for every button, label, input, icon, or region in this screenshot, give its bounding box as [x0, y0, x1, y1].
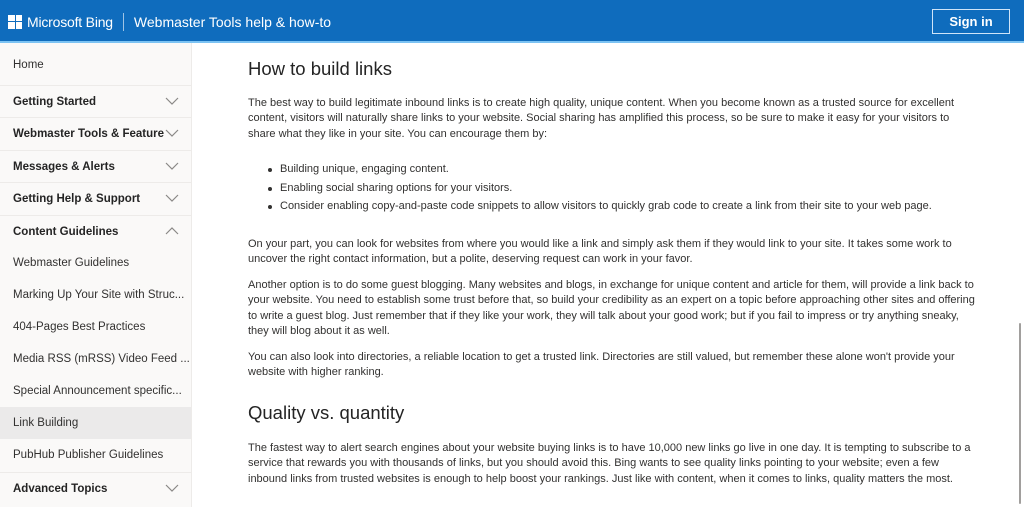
sidebar-item-label: Getting Started — [13, 95, 97, 108]
sidebar-item-getting-help[interactable]: Getting Help & Support — [0, 182, 191, 214]
sidebar-item-label: Home — [13, 59, 44, 71]
list-item: Consider enabling copy-and-paste code sn… — [268, 197, 988, 216]
sidebar-item-label: PubHub Publisher Guidelines — [13, 449, 164, 461]
chevron-down-icon — [165, 162, 179, 170]
sidebar-item-structured-data[interactable]: Marking Up Your Site with Struc... — [0, 279, 191, 311]
sidebar-item-label: Media RSS (mRSS) Video Feed ... — [13, 353, 190, 365]
sidebar-item-label: Marking Up Your Site with Struc... — [13, 289, 185, 301]
chevron-down-icon — [165, 194, 179, 202]
sidebar-item-webmaster-guidelines[interactable]: Webmaster Guidelines — [0, 247, 191, 279]
sidebar-nav: Home Getting Started Webmaster Tools & F… — [0, 43, 192, 507]
heading-quality-vs-quantity: Quality vs. quantity — [248, 402, 405, 423]
paragraph-outreach: On your part, you can look for websites … — [248, 238, 952, 266]
vertical-scrollbar-thumb[interactable] — [1019, 323, 1021, 504]
sidebar-item-label: Messages & Alerts — [13, 160, 115, 173]
paragraph-guest-blogging: Another option is to do some guest blogg… — [248, 279, 975, 337]
brand-name[interactable]: Microsoft Bing — [27, 14, 113, 30]
sidebar-item-label: Advanced Topics — [13, 482, 108, 495]
sidebar-item-special-announcement[interactable]: Special Announcement specific... — [0, 375, 191, 407]
intro-paragraph: The best way to build legitimate inbound… — [248, 97, 955, 140]
tips-list: Building unique, engaging content. Enabl… — [268, 160, 988, 216]
list-item: Building unique, engaging content. — [268, 160, 988, 179]
sidebar-item-label: Special Announcement specific... — [13, 385, 182, 397]
heading-how-to-build-links: How to build links — [248, 58, 392, 79]
sidebar-item-label: Content Guidelines — [13, 225, 119, 238]
sidebar-item-advanced-topics[interactable]: Advanced Topics — [0, 472, 191, 504]
sidebar-item-label: 404-Pages Best Practices — [13, 321, 146, 333]
sidebar-item-content-guidelines[interactable]: Content Guidelines — [0, 215, 191, 247]
sidebar-item-getting-started[interactable]: Getting Started — [0, 85, 191, 117]
paragraph-quality: The fastest way to alert search engines … — [248, 442, 971, 485]
sidebar-item-home[interactable]: Home — [0, 49, 191, 81]
chevron-down-icon — [165, 484, 179, 492]
site-title[interactable]: Webmaster Tools help & how-to — [134, 14, 331, 30]
sidebar-item-pubhub[interactable]: PubHub Publisher Guidelines — [0, 439, 191, 471]
sidebar-item-webmaster-tools[interactable]: Webmaster Tools & Feature — [0, 117, 191, 149]
brand[interactable]: Microsoft Bing Webmaster Tools help & ho… — [8, 0, 331, 43]
list-item: Enabling social sharing options for your… — [268, 179, 988, 198]
sign-in-button[interactable]: Sign in — [932, 9, 1010, 34]
windows-logo-icon — [8, 14, 22, 29]
paragraph-directories: You can also look into directories, a re… — [248, 351, 955, 379]
sidebar-item-404-pages[interactable]: 404-Pages Best Practices — [0, 311, 191, 343]
sidebar-item-label: Webmaster Tools & Feature — [13, 127, 165, 140]
chevron-up-icon — [165, 227, 179, 235]
sidebar-item-label: Webmaster Guidelines — [13, 257, 130, 269]
chevron-down-icon — [165, 97, 179, 105]
sidebar-item-media-rss[interactable]: Media RSS (mRSS) Video Feed ... — [0, 343, 191, 375]
chevron-down-icon — [165, 129, 179, 137]
sidebar-item-messages-alerts[interactable]: Messages & Alerts — [0, 150, 191, 182]
sidebar-item-link-building[interactable]: Link Building — [0, 407, 191, 439]
header-divider — [122, 12, 124, 31]
sidebar-item-label: Link Building — [13, 417, 79, 429]
sidebar-item-label: Getting Help & Support — [13, 192, 141, 205]
top-header: Microsoft Bing Webmaster Tools help & ho… — [0, 0, 1024, 43]
